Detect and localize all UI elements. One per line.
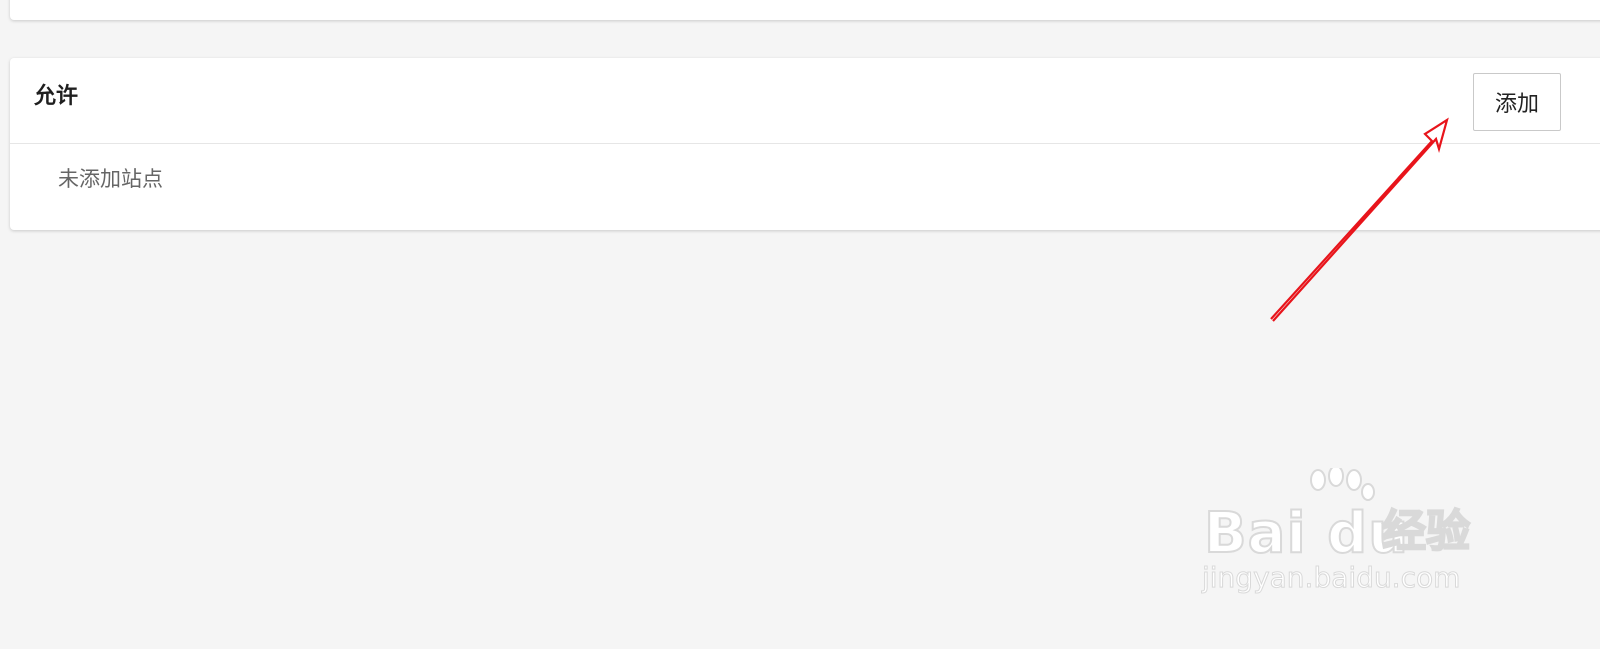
watermark-url: jingyan.baidu.com [1201, 561, 1461, 594]
add-site-button[interactable]: 添加 [1473, 73, 1561, 131]
allow-section-title: 允许 [34, 84, 79, 109]
watermark-brand: Bai du [1203, 501, 1410, 566]
no-sites-message: 未添加站点 [58, 167, 163, 191]
allow-section-card: 允许 添加 未添加站点 [10, 58, 1600, 230]
allow-section-header: 允许 添加 [10, 58, 1600, 144]
previous-section-card [10, 0, 1600, 20]
watermark-brand-cn: 经验 [1381, 506, 1471, 557]
baidu-jingyan-watermark: Bai du 经验 jingyan.baidu.com [1198, 468, 1498, 608]
